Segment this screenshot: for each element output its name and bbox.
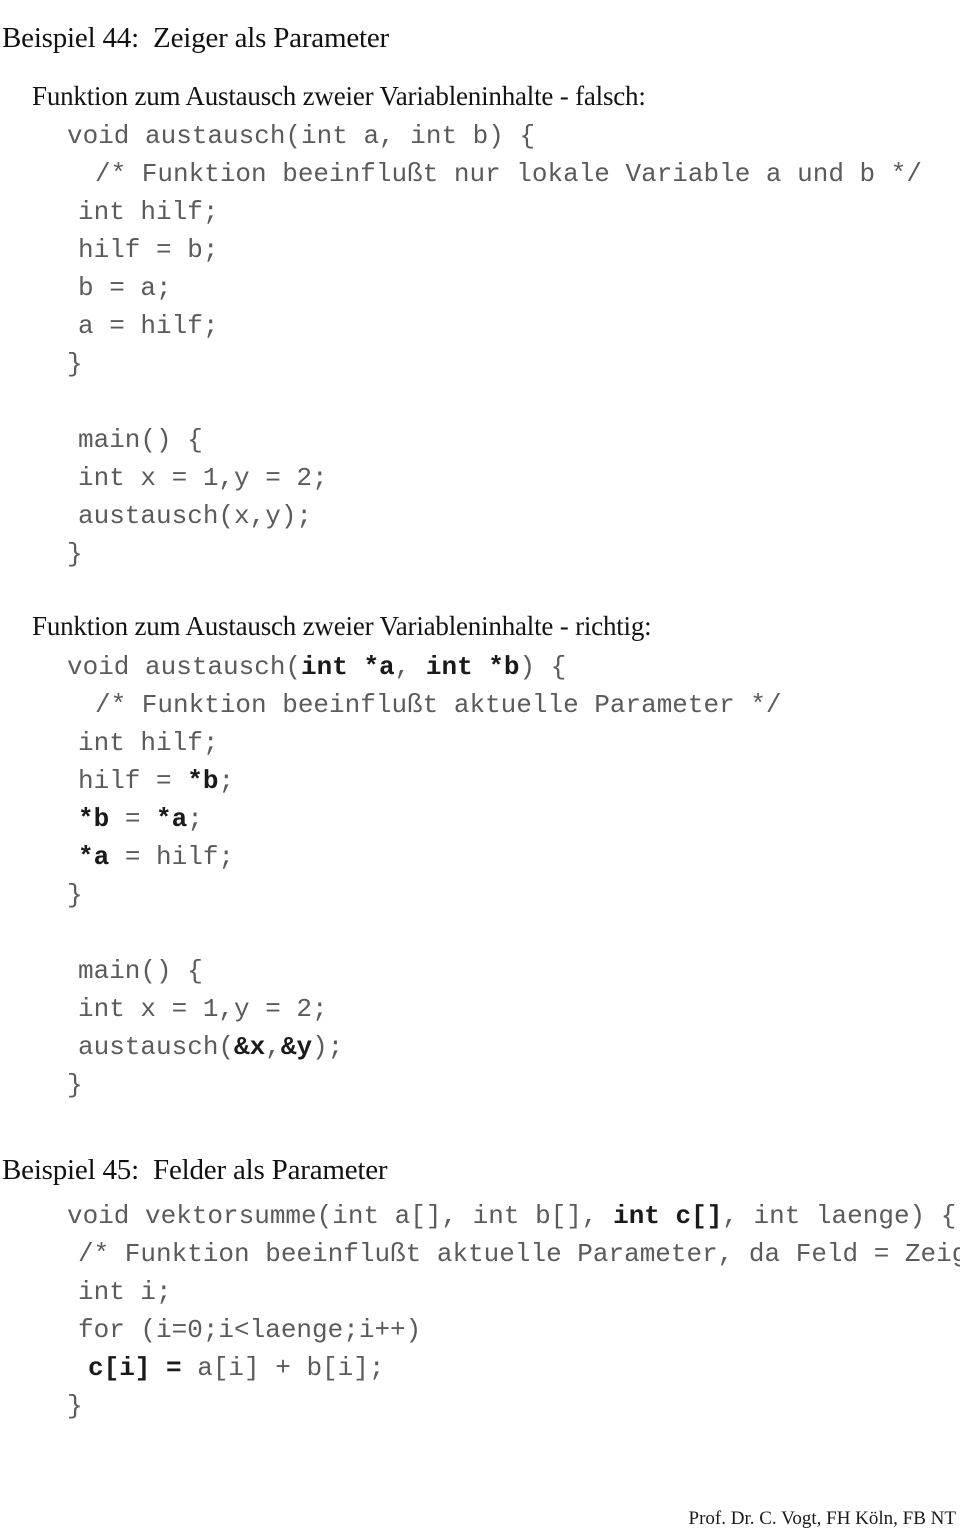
code-line: int i; bbox=[0, 1273, 960, 1311]
code-text: b = a; bbox=[78, 273, 172, 303]
code-text: ) { bbox=[519, 652, 567, 682]
code-line: hilf = *b; bbox=[0, 762, 960, 800]
code-line: } bbox=[0, 535, 960, 573]
code-line: } bbox=[0, 1387, 960, 1425]
page-footer: Prof. Dr. C. Vogt, FH Köln, FB NT bbox=[688, 1508, 956, 1529]
code-line: } bbox=[0, 876, 960, 914]
document-page: Beispiel 44: Zeiger als Parameter Funkti… bbox=[0, 0, 960, 1539]
code-text: hilf = bbox=[78, 766, 188, 796]
code-emphasis: &y bbox=[280, 1032, 313, 1062]
code-emphasis: int *b bbox=[425, 652, 520, 682]
code-line: hilf = b; bbox=[0, 231, 960, 269]
code-text: void vektorsumme(int a[], int b[], bbox=[67, 1201, 614, 1231]
code-text: } bbox=[67, 1391, 83, 1421]
code-line: int x = 1,y = 2; bbox=[0, 459, 960, 497]
code-line: int x = 1,y = 2; bbox=[0, 990, 960, 1028]
code-line: austausch(x,y); bbox=[0, 497, 960, 535]
code-text: for (i=0;i<laenge;i++) bbox=[78, 1315, 422, 1345]
code-text: , int laenge) { bbox=[722, 1201, 957, 1231]
example-45-title: Beispiel 45: Felder als Parameter bbox=[2, 1154, 388, 1187]
code-line: b = a; bbox=[0, 269, 960, 307]
code-text: /* Funktion beeinflußt nur lokale Variab… bbox=[95, 159, 922, 189]
code-emphasis: *a bbox=[156, 804, 188, 834]
code-text: } bbox=[67, 349, 83, 379]
code-text: , bbox=[394, 652, 426, 682]
code-emphasis: *b bbox=[187, 766, 219, 796]
code-text: } bbox=[67, 880, 83, 910]
code-text: main() { bbox=[78, 956, 203, 986]
code-emphasis: *a bbox=[78, 842, 110, 872]
code-emphasis: int *a bbox=[301, 652, 395, 682]
code-text: } bbox=[67, 1070, 83, 1100]
code-line: austausch(&x,&y); bbox=[0, 1028, 960, 1066]
code-line: *a = hilf; bbox=[0, 838, 960, 876]
code-text: a[i] + b[i]; bbox=[181, 1353, 385, 1383]
code-text: , bbox=[265, 1032, 281, 1062]
code-text: ; bbox=[218, 766, 235, 796]
code-text: int hilf; bbox=[78, 728, 219, 758]
code-line: *b = *a; bbox=[0, 800, 960, 838]
code-line: a = hilf; bbox=[0, 307, 960, 345]
code-line: /* Funktion beeinflußt aktuelle Paramete… bbox=[0, 1235, 960, 1273]
code-line: main() { bbox=[0, 421, 960, 459]
code-line: for (i=0;i<laenge;i++) bbox=[0, 1311, 960, 1349]
code-text: = bbox=[109, 804, 157, 834]
code-text: void austausch( bbox=[67, 652, 302, 682]
code-text: } bbox=[67, 539, 83, 569]
code-text: ; bbox=[187, 804, 203, 834]
code-text: austausch(x,y); bbox=[78, 501, 313, 531]
code-text: int x = 1,y = 2; bbox=[78, 463, 328, 493]
code-line: void austausch(int *a, int *b) { bbox=[0, 648, 960, 686]
code-line: void vektorsumme(int a[], int b[], int c… bbox=[0, 1197, 960, 1235]
code-text: void austausch(int a, int b) { bbox=[67, 121, 536, 151]
code-line: c[i] = a[i] + b[i]; bbox=[0, 1349, 960, 1387]
code-line: main() { bbox=[0, 952, 960, 990]
code-emphasis: *b bbox=[78, 804, 110, 834]
code-text: = hilf; bbox=[109, 842, 235, 872]
code-line: int hilf; bbox=[0, 193, 960, 231]
code-emphasis: &x bbox=[234, 1032, 266, 1062]
code-text: /* Funktion beeinflußt aktuelle Paramete… bbox=[95, 690, 782, 720]
code-text: a = hilf; bbox=[78, 311, 219, 341]
code-line: void austausch(int a, int b) { bbox=[0, 117, 960, 155]
code-block-vektorsumme: void vektorsumme(int a[], int b[], int c… bbox=[0, 1197, 960, 1425]
code-line: int hilf; bbox=[0, 724, 960, 762]
code-line: } bbox=[0, 1066, 960, 1104]
example-44-title: Beispiel 44: Zeiger als Parameter bbox=[2, 22, 389, 55]
code-text: int i; bbox=[78, 1277, 172, 1307]
code-text: int hilf; bbox=[78, 197, 219, 227]
heading-austausch-richtig: Funktion zum Austausch zweier Variableni… bbox=[32, 611, 652, 642]
code-block-austausch-falsch: void austausch(int a, int b) { /* Funktio… bbox=[0, 117, 960, 573]
code-text: /* Funktion beeinflußt aktuelle Paramete… bbox=[78, 1239, 960, 1269]
code-line: /* Funktion beeinflußt aktuelle Paramete… bbox=[0, 686, 960, 724]
code-text: austausch( bbox=[78, 1032, 235, 1062]
code-text: ); bbox=[312, 1032, 344, 1062]
heading-austausch-falsch: Funktion zum Austausch zweier Variableni… bbox=[32, 81, 646, 112]
code-text: hilf = b; bbox=[78, 235, 219, 265]
code-emphasis: int c[] bbox=[613, 1201, 723, 1231]
code-emphasis: c[i] = bbox=[88, 1353, 182, 1383]
code-line: } bbox=[0, 345, 960, 383]
code-line: /* Funktion beeinflußt nur lokale Variab… bbox=[0, 155, 960, 193]
code-text: main() { bbox=[78, 425, 203, 455]
code-block-austausch-richtig: void austausch(int *a, int *b) { /* Funkt… bbox=[0, 648, 960, 1104]
code-text: int x = 1,y = 2; bbox=[78, 994, 328, 1024]
